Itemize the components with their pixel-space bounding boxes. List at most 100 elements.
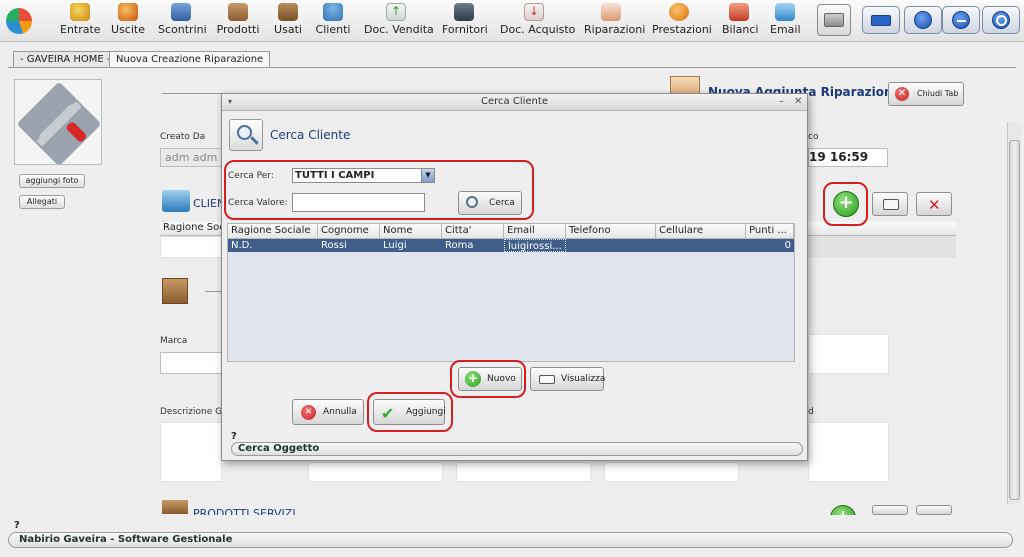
repair-photo <box>14 79 102 165</box>
add-product-button[interactable]: + <box>830 505 856 515</box>
close-icon: ✕ <box>301 405 316 420</box>
gear-icon <box>914 11 932 29</box>
new-client-label: Nuovo <box>487 374 516 384</box>
toolbar-label: Prestazioni <box>652 23 712 36</box>
close-tab-button[interactable]: ✕ Chiudi Tab <box>888 82 964 106</box>
object-divider <box>205 291 221 292</box>
col-telefono[interactable]: Telefono <box>566 224 656 239</box>
col-punti[interactable]: Punti ... <box>746 224 794 239</box>
attachments-button[interactable]: Allegati <box>19 195 65 209</box>
description-label-right: d <box>808 407 814 417</box>
add-photo-button[interactable]: aggiungi foto <box>19 174 85 188</box>
cell-nome: Luigi <box>383 240 407 251</box>
dialog-close-icon[interactable]: ✕ <box>794 94 802 110</box>
money-out-icon <box>118 3 138 21</box>
dialog-minimize-icon[interactable]: – <box>779 94 784 110</box>
products-icon <box>162 500 188 514</box>
col-citta[interactable]: Citta' <box>442 224 504 239</box>
dialog-menu-icon[interactable]: ▾ <box>228 94 232 110</box>
supplier-icon <box>454 3 474 21</box>
keyboard-button[interactable] <box>862 6 900 34</box>
toolbar-label: Riparazioni <box>584 23 646 36</box>
keyboard-icon <box>871 15 891 26</box>
toolbar-uscite-button[interactable]: Uscite <box>110 2 146 40</box>
description-box-2[interactable] <box>308 462 443 482</box>
toolbar-entrate-button[interactable]: Entrate <box>60 2 101 40</box>
toolbar-clienti-button[interactable]: Clienti <box>315 2 351 40</box>
client-grid-body-right <box>808 236 956 258</box>
toolbar-riparazioni-button[interactable]: Riparazioni <box>584 2 645 40</box>
description-box-1[interactable] <box>160 422 222 482</box>
minimize-button[interactable] <box>942 6 980 34</box>
balance-icon <box>729 3 749 21</box>
col-nome[interactable]: Nome <box>380 224 442 239</box>
toolbar-email-button[interactable]: Email <box>770 2 801 40</box>
search-by-select[interactable]: TUTTI I CAMPI ▼ <box>292 168 435 183</box>
dialog-header-title: Cerca Cliente <box>270 128 351 142</box>
brand-field[interactable] <box>160 352 222 374</box>
tab-divider <box>8 67 1016 68</box>
add-client-button[interactable]: + <box>830 189 862 219</box>
main-scrollbar-thumb[interactable] <box>1009 140 1020 500</box>
toolbar-label: Prodotti <box>216 23 260 36</box>
col-cellulare[interactable]: Cellulare <box>656 224 746 239</box>
created-by-label: Creato Da <box>160 132 206 142</box>
delete-icon: ✕ <box>928 196 941 214</box>
remove-client-button[interactable]: ✕ <box>916 192 952 216</box>
description-box-3[interactable] <box>456 462 591 482</box>
toolbar-label: Doc. Vendita <box>364 23 434 36</box>
tools-icon <box>18 83 100 165</box>
client-grid-header-right <box>808 222 956 236</box>
dialog-title-bar: ▾ Cerca Cliente – ✕ <box>222 94 807 111</box>
brand-label: Marca <box>160 336 188 346</box>
toolbar-bilanci-button[interactable]: Bilanci <box>722 2 758 40</box>
client-grid-header: Ragione Soc <box>160 222 222 236</box>
col-email[interactable]: Email <box>504 224 566 239</box>
col-ragione-sociale[interactable]: Ragione Sociale <box>228 224 318 239</box>
description-box-4[interactable] <box>604 462 739 482</box>
settings-button[interactable] <box>904 6 942 34</box>
toolbar-doc-vendita-button[interactable]: ↑ Doc. Vendita <box>364 2 434 40</box>
toolbar-label: Entrate <box>60 23 101 36</box>
search-button[interactable]: Cerca <box>458 191 522 215</box>
col-cognome[interactable]: Cognome <box>318 224 380 239</box>
plus-icon: + <box>465 371 481 387</box>
description-box-right[interactable] <box>808 422 889 482</box>
printer-icon <box>824 13 844 27</box>
cell-ragione-sociale: N.D. <box>231 240 253 251</box>
cell-telefono <box>566 239 656 252</box>
toolbar-label: Fornitori <box>442 23 488 36</box>
email-icon <box>775 3 795 21</box>
date-label: co <box>808 132 819 142</box>
box-icon <box>228 3 248 21</box>
toolbar-label: Scontrini <box>158 23 207 36</box>
tab-home[interactable]: - GAVEIRA HOME - <box>13 51 118 68</box>
remove-product-button[interactable] <box>916 505 952 515</box>
toolbar-label: Email <box>770 23 801 36</box>
toolbar-prodotti-button[interactable]: Prodotti <box>216 2 260 40</box>
search-by-value: TUTTI I CAMPI <box>295 170 375 181</box>
view-client-button[interactable] <box>872 192 908 216</box>
cancel-button[interactable]: ✕ Annulla <box>292 399 364 425</box>
power-button[interactable] <box>982 6 1020 34</box>
toolbar-fornitori-button[interactable]: Fornitori <box>442 2 488 40</box>
tab-new-repair[interactable]: Nuova Creazione Riparazione <box>109 51 271 68</box>
toolbar-scontrini-button[interactable]: Scontrini <box>158 2 207 40</box>
chevron-down-icon[interactable]: ▼ <box>421 169 434 182</box>
results-table: Ragione Sociale Cognome Nome Citta' Emai… <box>227 223 795 362</box>
add-button[interactable]: ✔ Aggiungi <box>373 399 446 425</box>
toolbar-doc-acquisto-button[interactable]: ↓ Doc. Acquisto <box>500 2 575 40</box>
close-tab-label: Chiudi Tab <box>917 89 959 98</box>
view-button-label: Visualizza <box>561 374 606 384</box>
view-button[interactable]: Visualizza <box>530 367 606 391</box>
table-row[interactable]: N.D. Rossi Luigi Roma luigirossi... 0 <box>228 239 794 252</box>
search-value-input[interactable] <box>292 193 425 212</box>
view-product-button[interactable] <box>872 505 908 515</box>
toolbar-label: Usati <box>274 23 302 36</box>
print-button[interactable] <box>817 4 851 36</box>
search-button-label: Cerca <box>489 198 515 208</box>
toolbar-label: Uscite <box>111 23 145 36</box>
toolbar-usati-button[interactable]: Usati <box>272 2 304 40</box>
new-client-button[interactable]: + Nuovo <box>458 367 522 391</box>
toolbar-prestazioni-button[interactable]: Prestazioni <box>652 2 712 40</box>
